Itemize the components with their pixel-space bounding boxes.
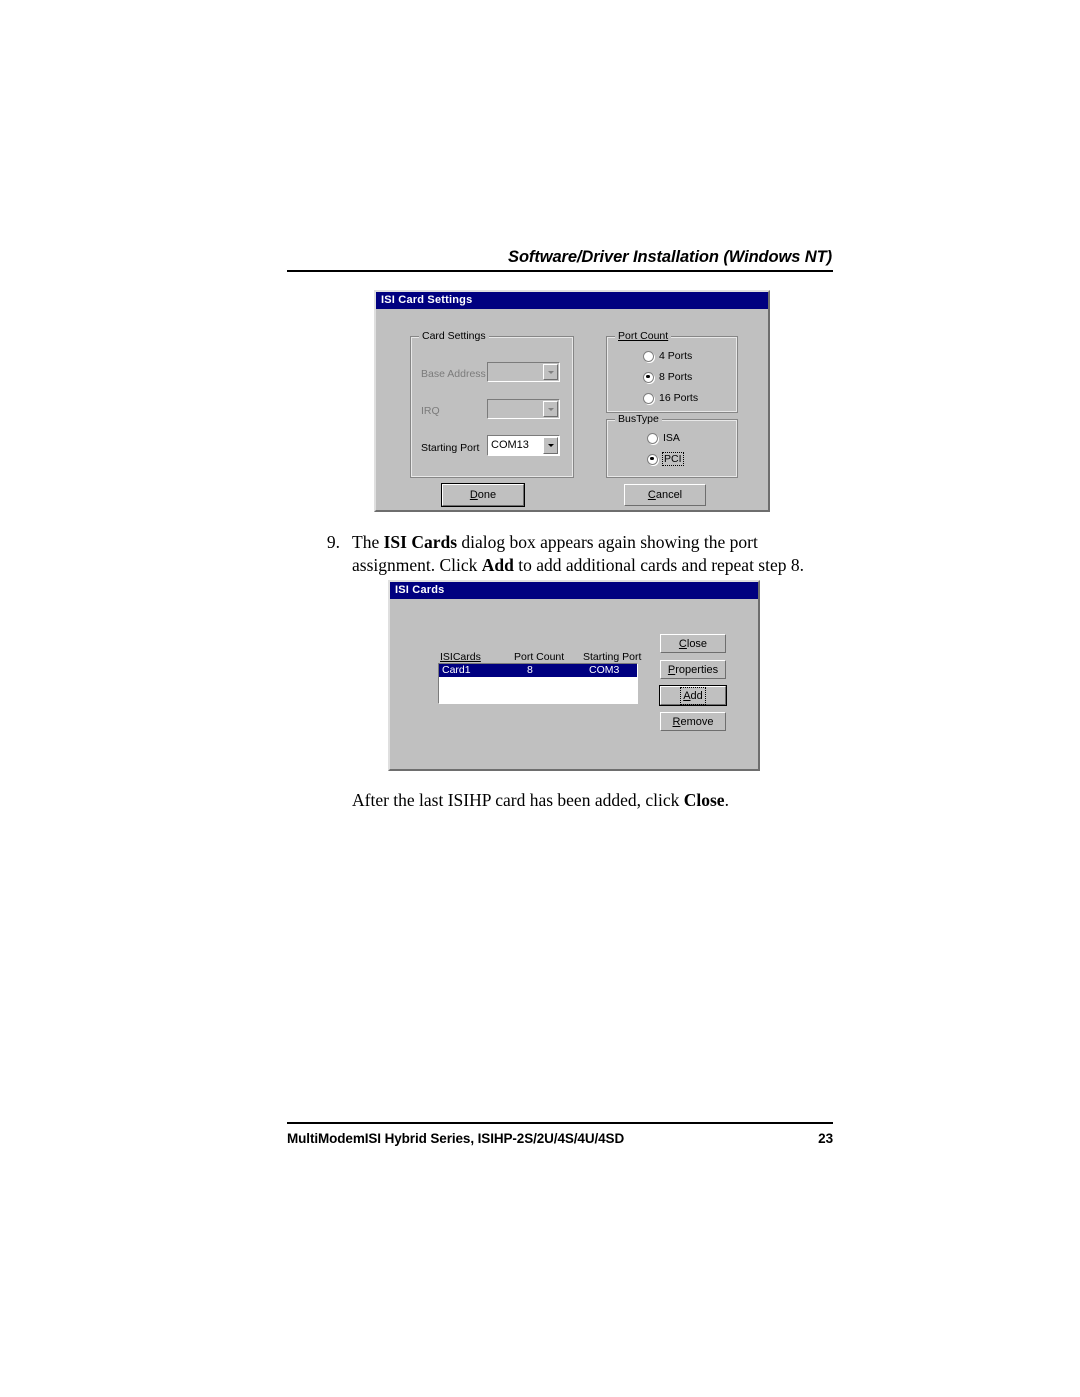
caption-term-close: Close xyxy=(683,790,725,810)
page-header-title: Software/Driver Installation (Windows NT… xyxy=(508,248,832,266)
page-footer-title: MultiModemISI Hybrid Series, ISIHP-2S/2U… xyxy=(287,1131,625,1146)
done-button[interactable]: Done xyxy=(441,483,525,507)
isi-cards-listbox[interactable]: Card1 8 COM3 xyxy=(438,663,638,704)
step-9-text-c: dialog box appears again showing the por… xyxy=(457,532,758,552)
caption-text-c: . xyxy=(724,790,729,810)
dialog-title-text: ISI Card Settings xyxy=(381,294,473,306)
chevron-down-icon xyxy=(547,444,554,447)
cancel-button[interactable]: Cancel xyxy=(624,484,706,506)
dialog-title-text: ISI Cards xyxy=(395,584,445,596)
remove-button-label: Remove xyxy=(672,715,714,728)
radio-16-ports-label: 16 Ports xyxy=(659,392,699,404)
table-row[interactable]: Card1 8 COM3 xyxy=(439,664,637,677)
label-base-address: Base Address xyxy=(421,368,486,380)
dialog-isi-card-settings: ISI Card Settings Card Settings Base Add… xyxy=(374,290,770,512)
step-9-number: 9. xyxy=(326,532,340,552)
chevron-down-icon xyxy=(547,370,554,374)
list-column-header-isicards-text: ISICards xyxy=(440,651,481,663)
group-card-settings: Card Settings Base Address IRQ Starting … xyxy=(410,330,574,478)
dialog-titlebar-isi-card-settings: ISI Card Settings xyxy=(376,292,768,309)
radio-4-ports[interactable]: 4 Ports xyxy=(643,350,692,362)
step-9-term-add: Add xyxy=(481,555,514,575)
page-header: Software/Driver Installation (Windows NT… xyxy=(287,248,833,272)
row-starting-port: COM3 xyxy=(589,664,620,676)
caption-text-a: After the last ISIHP card has been added… xyxy=(352,790,684,810)
page-number: 23 xyxy=(818,1131,833,1146)
group-bus-type: BusType ISA PCI xyxy=(606,413,738,478)
row-port-count: 8 xyxy=(527,664,533,676)
starting-port-combo-value: COM13 xyxy=(491,439,529,451)
group-port-count-legend-text: Port Count xyxy=(618,330,669,342)
page-footer-rule xyxy=(287,1122,833,1124)
radio-icon xyxy=(643,350,654,362)
properties-button[interactable]: Properties xyxy=(660,660,726,679)
starting-port-combo[interactable]: COM13 xyxy=(487,435,560,456)
radio-4-ports-label: 4 Ports xyxy=(659,350,693,362)
add-button[interactable]: Add xyxy=(659,685,727,706)
close-button[interactable]: Close xyxy=(660,634,726,653)
closing-caption: After the last ISIHP card has been added… xyxy=(352,789,822,812)
remove-button[interactable]: Remove xyxy=(660,712,726,731)
step-9-paragraph: 9. The ISI Cards dialog box appears agai… xyxy=(314,531,834,577)
radio-icon-selected xyxy=(643,371,654,383)
radio-8-ports-label: 8 Ports xyxy=(659,371,693,383)
close-button-label: Close xyxy=(678,637,708,650)
dialog-isi-cards: ISI Cards ISICards Port Count Starting P… xyxy=(388,580,760,771)
radio-pci[interactable]: PCI xyxy=(647,452,684,466)
starting-port-dropdown-button[interactable] xyxy=(543,437,558,454)
radio-icon xyxy=(647,432,658,444)
row-card-name: Card1 xyxy=(442,664,471,676)
step-9-term-isi-cards: ISI Cards xyxy=(383,532,458,552)
dialog-titlebar-isi-cards: ISI Cards xyxy=(390,582,758,599)
group-port-count: Port Count 4 Ports 8 Ports 16 Ports xyxy=(606,330,738,413)
group-bus-type-legend: BusType xyxy=(615,413,662,425)
list-column-header-port-count: Port Count xyxy=(514,651,565,663)
radio-icon xyxy=(643,392,654,404)
properties-button-label: Properties xyxy=(667,663,719,676)
cancel-button-label: Cancel xyxy=(647,489,683,501)
done-button-label: Done xyxy=(469,489,497,501)
group-card-settings-legend: Card Settings xyxy=(419,330,489,342)
page-header-rule xyxy=(287,270,833,272)
step-9-text-f: to add additional cards and repeat step … xyxy=(513,555,804,575)
radio-pci-label: PCI xyxy=(662,452,684,466)
irq-combo[interactable] xyxy=(487,399,560,419)
chevron-down-icon xyxy=(547,407,554,411)
add-button-label: Add xyxy=(680,686,706,705)
group-port-count-legend: Port Count xyxy=(615,330,672,342)
radio-16-ports[interactable]: 16 Ports xyxy=(643,392,698,404)
radio-8-ports[interactable]: 8 Ports xyxy=(643,371,692,383)
radio-isa[interactable]: ISA xyxy=(647,432,680,444)
step-9-text-a: The xyxy=(352,532,384,552)
step-9-text-d: assignment. Click xyxy=(352,555,482,575)
step-9-text: The ISI Cards dialog box appears again s… xyxy=(352,531,834,577)
irq-dropdown-button[interactable] xyxy=(543,401,558,417)
radio-isa-label: ISA xyxy=(663,432,680,444)
list-column-header-isicards: ISICards xyxy=(440,651,481,663)
label-irq: IRQ xyxy=(421,405,440,417)
list-column-header-starting-port: Starting Port xyxy=(583,651,642,663)
radio-icon-selected xyxy=(647,453,658,465)
label-starting-port: Starting Port xyxy=(421,442,480,454)
page-footer: MultiModemISI Hybrid Series, ISIHP-2S/2U… xyxy=(287,1122,833,1146)
base-address-dropdown-button[interactable] xyxy=(543,364,558,380)
base-address-combo[interactable] xyxy=(487,362,560,382)
